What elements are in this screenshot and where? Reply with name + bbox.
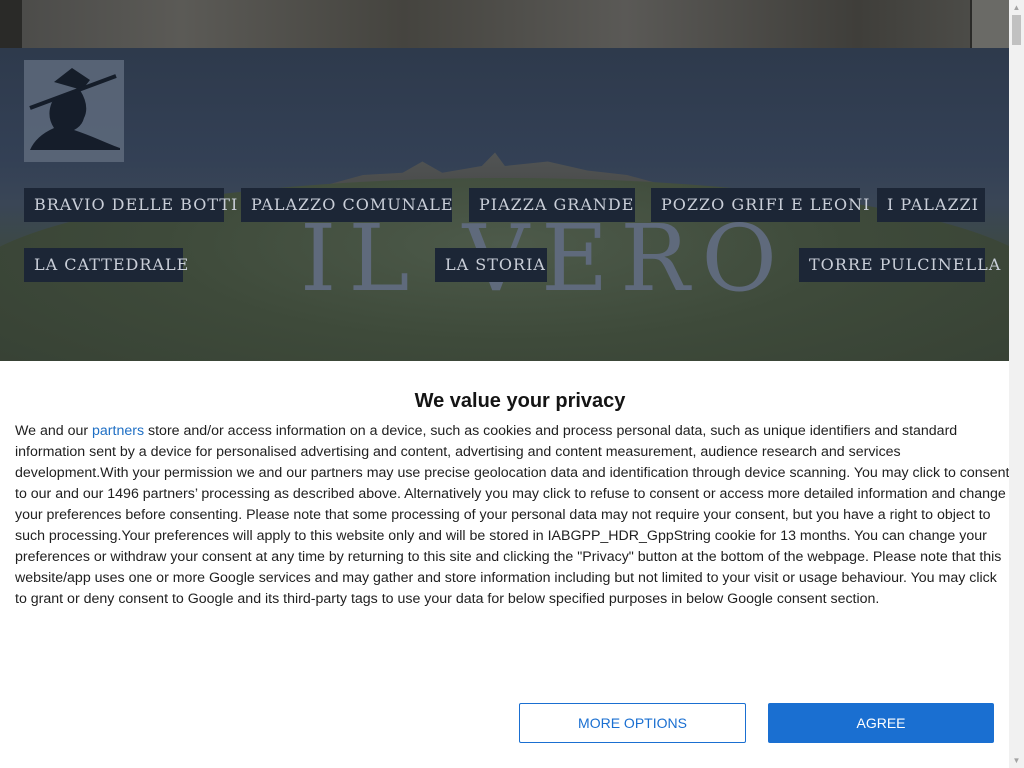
- hat-silhouette-icon: [29, 68, 120, 150]
- nav-la-storia[interactable]: LA STORIA: [435, 248, 547, 282]
- page-scrollbar[interactable]: ▲ ▼: [1009, 0, 1024, 768]
- scrollbar-thumb[interactable]: [1012, 15, 1021, 45]
- top-banner-image: [0, 0, 1009, 48]
- site-logo[interactable]: [24, 60, 124, 162]
- consent-body-text: store and/or access information on a dev…: [15, 423, 1010, 607]
- partners-link[interactable]: partners: [92, 423, 144, 439]
- nav-piazza-grande[interactable]: PIAZZA GRANDE: [469, 188, 635, 222]
- nav-la-cattedrale[interactable]: LA CATTEDRALE: [24, 248, 188, 282]
- nav-i-palazzi[interactable]: I PALAZZI: [877, 188, 985, 222]
- more-options-button[interactable]: MORE OPTIONS: [519, 703, 746, 743]
- nav-torre-pulcinella[interactable]: TORRE PULCINELLA: [799, 248, 1000, 282]
- nav-palazzo-comunale[interactable]: PALAZZO COMUNALE: [241, 188, 453, 222]
- consent-intro: We and our: [15, 423, 93, 439]
- consent-title: We value your privacy: [414, 390, 626, 412]
- agree-button[interactable]: AGREE: [768, 703, 994, 743]
- scroll-down-arrow-icon[interactable]: ▼: [1009, 753, 1024, 768]
- scroll-up-arrow-icon[interactable]: ▲: [1009, 0, 1024, 15]
- banner-shade: [0, 0, 22, 48]
- nav-bravio-delle-botti[interactable]: BRAVIO DELLE BOTTI: [24, 188, 237, 222]
- privacy-consent-dialog: We value your privacy We and our partner…: [0, 361, 1009, 768]
- consent-text: We and our partners store and/or access …: [15, 421, 1010, 610]
- banner-edge: [972, 0, 1009, 48]
- nav-pozzo-grifi-e-leoni[interactable]: POZZO GRIFI E LEONI: [651, 188, 869, 222]
